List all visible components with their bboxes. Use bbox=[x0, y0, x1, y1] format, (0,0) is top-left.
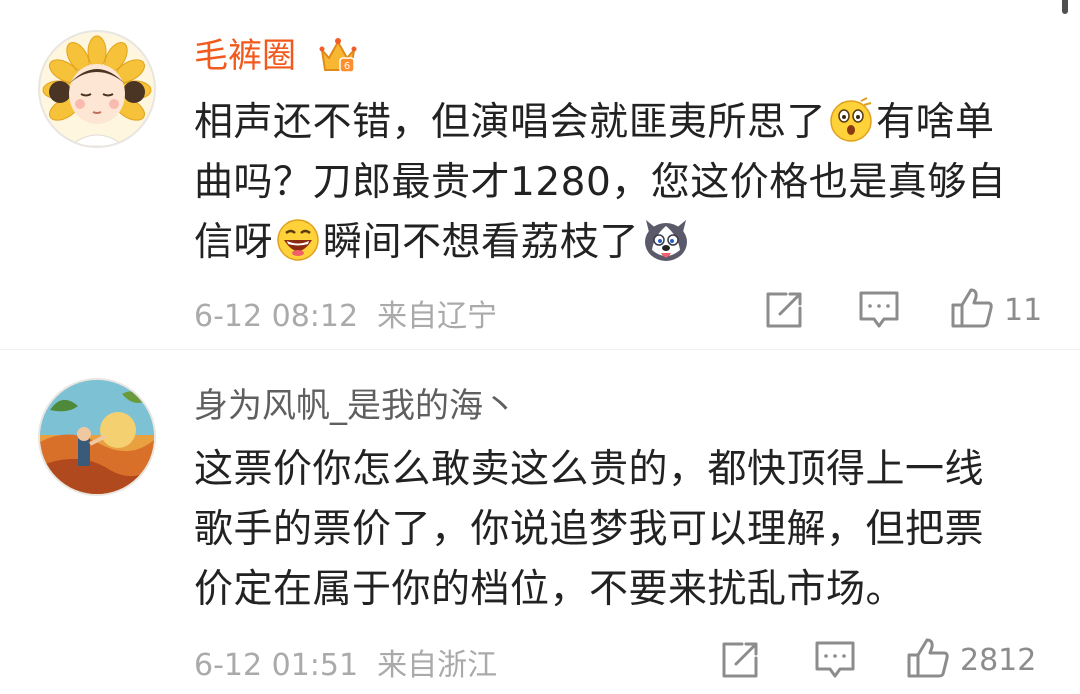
comment-text-line: 曲吗？刀郎最贵才1280，您这价格也是真够自 bbox=[194, 153, 1006, 213]
repost-button[interactable] bbox=[720, 640, 760, 684]
comment-text: 相声还不错，但演唱会就匪夷所思了 有啥单 曲吗？刀郎最贵才1280，您这价格也是… bbox=[194, 93, 1006, 273]
thumbs-up-icon bbox=[950, 286, 994, 334]
share-square-icon bbox=[764, 290, 804, 334]
like-count: 2812 bbox=[960, 642, 1037, 678]
text-fragment: 相声还不错，但演唱会就匪夷所思了 bbox=[194, 100, 827, 145]
comment-text-line: 这票价你怎么敢卖这么贵的，都快顶得上一线 bbox=[194, 440, 984, 500]
avatar[interactable] bbox=[38, 30, 156, 148]
like-button[interactable]: 11 bbox=[950, 286, 1042, 334]
username[interactable]: 身为风帆_是我的海丶 bbox=[194, 386, 517, 426]
text-fragment: 曲吗？刀郎最贵才1280，您这价格也是真够自 bbox=[194, 160, 1007, 205]
text-fragment: 瞬间不想看荔枝了 bbox=[323, 220, 640, 265]
comment-text-line: 歌手的票价了，你说追梦我可以理解，但把票 bbox=[194, 500, 984, 560]
thumbs-up-icon bbox=[906, 636, 950, 684]
comment-text-line: 价定在属于你的档位，不要来扰乱市场。 bbox=[194, 560, 984, 620]
comment-text-line: 相声还不错，但演唱会就匪夷所思了 有啥单 bbox=[194, 93, 1006, 153]
laughing-face-emoji bbox=[274, 216, 322, 282]
text-fragment: 信呀 bbox=[194, 220, 274, 265]
comment-meta: 6-12 08:12 来自辽宁 bbox=[194, 291, 497, 335]
text-fragment: 这票价你怎么敢卖这么贵的，都快顶得上一线 bbox=[194, 447, 985, 492]
scrollbar[interactable] bbox=[1062, 0, 1068, 14]
comment-card: 毛裤圈 6 相声还不错，但演唱会就匪夷所思了 有啥单 曲吗？刀郎最贵才1280，… bbox=[0, 0, 1080, 345]
comment-location: 来自辽宁 bbox=[377, 299, 498, 334]
comment-text: 这票价你怎么敢卖这么贵的，都快顶得上一线 歌手的票价了，你说追梦我可以理解，但把… bbox=[194, 440, 984, 620]
crown-badge-icon[interactable]: 6 bbox=[318, 36, 358, 78]
text-fragment: 有啥单 bbox=[876, 100, 995, 145]
comment-location: 来自浙江 bbox=[377, 648, 498, 683]
svg-text:6: 6 bbox=[344, 61, 350, 72]
username[interactable]: 毛裤圈 bbox=[194, 36, 296, 76]
text-fragment: 歌手的票价了，你说追梦我可以理解，但把票 bbox=[194, 507, 985, 552]
share-square-icon bbox=[720, 640, 760, 684]
like-count: 11 bbox=[1004, 292, 1043, 328]
comment-meta: 6-12 01:51 来自浙江 bbox=[194, 640, 497, 684]
like-button[interactable]: 2812 bbox=[906, 636, 1036, 684]
comment-date: 6-12 08:12 bbox=[194, 299, 359, 334]
repost-button[interactable] bbox=[764, 290, 804, 334]
text-fragment: 价定在属于你的档位，不要来扰乱市场。 bbox=[194, 567, 906, 612]
husky-dog-emoji bbox=[640, 214, 692, 282]
avatar[interactable] bbox=[38, 378, 156, 496]
comment-bubble-icon bbox=[858, 290, 900, 334]
comment-button[interactable] bbox=[814, 640, 856, 684]
comment-button[interactable] bbox=[858, 290, 900, 334]
comment-card: 身为风帆_是我的海丶 这票价你怎么敢卖这么贵的，都快顶得上一线 歌手的票价了，你… bbox=[0, 350, 1080, 694]
comment-bubble-icon bbox=[814, 640, 856, 684]
comment-date: 6-12 01:51 bbox=[194, 648, 359, 683]
comment-text-line: 信呀 瞬间不想看荔枝了 bbox=[194, 213, 1006, 273]
